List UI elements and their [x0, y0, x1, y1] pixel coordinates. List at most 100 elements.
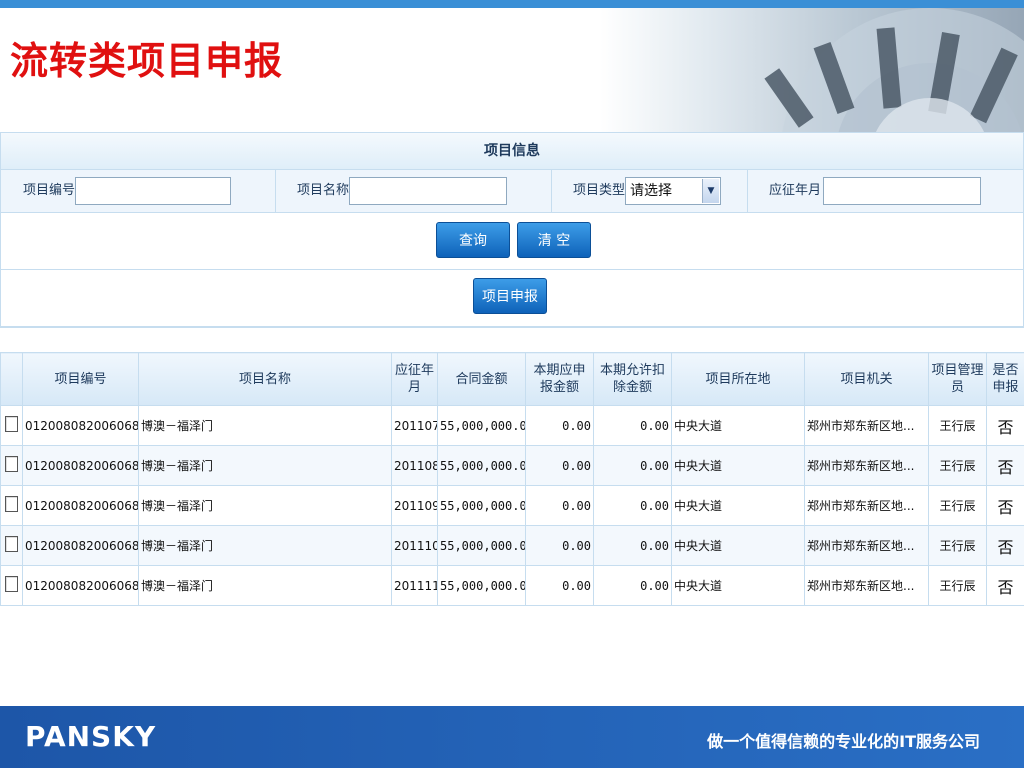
row-checkbox[interactable] [5, 576, 18, 592]
cell-deduct-amount: 0.00 [593, 445, 672, 486]
tax-month-input[interactable] [823, 177, 981, 205]
query-button[interactable]: 查询 [436, 222, 510, 258]
cell-project-no: 012008082006068 [22, 405, 139, 446]
table-row[interactable]: 012008082006068 博澳－福泽门 201109 55,000,000… [0, 485, 1024, 526]
cell-authority: 郑州市郑东新区地... [804, 565, 929, 606]
cell-authority: 郑州市郑东新区地... [804, 405, 929, 446]
cell-project-no: 012008082006068 [22, 445, 139, 486]
gear-icon [764, 8, 1024, 132]
project-no-input[interactable] [75, 177, 231, 205]
cell-location: 中央大道 [671, 405, 805, 446]
declare-project-button[interactable]: 项目申报 [473, 278, 547, 314]
cell-deduct-amount: 0.00 [593, 485, 672, 526]
table-row[interactable]: 012008082006068 博澳－福泽门 201108 55,000,000… [0, 445, 1024, 486]
cell-manager: 王行辰 [928, 405, 987, 446]
project-name-label: 项目名称 [297, 183, 350, 198]
cell-declare-amount: 0.00 [525, 485, 594, 526]
cell-contract-amount: 55,000,000.00 [437, 525, 526, 566]
cell-project-name: 博澳－福泽门 [138, 485, 392, 526]
cell-declare-amount: 0.00 [525, 445, 594, 486]
column-header: 合同金额 [437, 352, 526, 406]
cell-project-name: 博澳－福泽门 [138, 405, 392, 446]
tax-month-label: 应征年月 [769, 183, 822, 198]
project-no-label: 项目编号 [23, 183, 76, 198]
project-info-form: 项目信息 项目编号 项目名称 项目类型 请选择 ▼ 应征年月 查询 清 空 项目… [0, 132, 1024, 328]
row-checkbox-cell [0, 525, 23, 566]
company-slogan: 做一个值得信赖的专业化的IT服务公司 [707, 732, 980, 751]
cell-manager: 王行辰 [928, 525, 987, 566]
row-checkbox-cell [0, 565, 23, 606]
cell-manager: 王行辰 [928, 445, 987, 486]
declare-button-row: 项目申报 [1, 270, 1023, 327]
project-type-selected-value: 请选择 [630, 183, 672, 199]
column-header: 项目所在地 [671, 352, 805, 406]
cell-divider [747, 170, 748, 212]
search-fields-row: 项目编号 项目名称 项目类型 请选择 ▼ 应征年月 [1, 170, 1023, 213]
table-row[interactable]: 012008082006068 博澳－福泽门 201110 55,000,000… [0, 525, 1024, 566]
cell-deduct-amount: 0.00 [593, 525, 672, 566]
page-footer: PANSKY 做一个值得信赖的专业化的IT服务公司 [0, 706, 1024, 768]
cell-declare-amount: 0.00 [525, 405, 594, 446]
cell-tax-month: 201108 [391, 445, 438, 486]
clear-button[interactable]: 清 空 [517, 222, 591, 258]
table-row[interactable]: 012008082006068 博澳－福泽门 201111 55,000,000… [0, 565, 1024, 606]
query-buttons-row: 查询 清 空 [1, 213, 1023, 270]
cell-authority: 郑州市郑东新区地... [804, 445, 929, 486]
top-accent-bar [0, 0, 1024, 8]
cell-tax-month: 201109 [391, 485, 438, 526]
project-table: 项目编号 项目名称 应征年月 合同金额 本期应申报金额 本期允许扣除金额 项目所… [0, 352, 1024, 606]
project-table-wrapper: 项目编号 项目名称 应征年月 合同金额 本期应申报金额 本期允许扣除金额 项目所… [0, 352, 1024, 606]
chevron-down-icon[interactable]: ▼ [702, 179, 719, 203]
cell-contract-amount: 55,000,000.00 [437, 445, 526, 486]
column-header: 项目编号 [22, 352, 139, 406]
cell-divider [551, 170, 552, 212]
page-title: 流转类项目申报 [10, 39, 284, 83]
cell-manager: 王行辰 [928, 565, 987, 606]
cell-manager: 王行辰 [928, 485, 987, 526]
row-checkbox[interactable] [5, 456, 18, 472]
cell-declare-amount: 0.00 [525, 565, 594, 606]
cell-location: 中央大道 [671, 525, 805, 566]
column-header: 本期应申报金额 [525, 352, 594, 406]
cell-project-name: 博澳－福泽门 [138, 525, 392, 566]
row-checkbox[interactable] [5, 536, 18, 552]
cell-deduct-amount: 0.00 [593, 405, 672, 446]
cell-project-no: 012008082006068 [22, 565, 139, 606]
column-header: 应征年月 [391, 352, 438, 406]
table-header-row: 项目编号 项目名称 应征年月 合同金额 本期应申报金额 本期允许扣除金额 项目所… [0, 352, 1024, 406]
project-type-select[interactable]: 请选择 ▼ [625, 177, 721, 205]
row-checkbox[interactable] [5, 416, 18, 432]
cell-declared: 否 [986, 565, 1024, 606]
cell-location: 中央大道 [671, 445, 805, 486]
cell-declared: 否 [986, 405, 1024, 446]
cell-authority: 郑州市郑东新区地... [804, 485, 929, 526]
cell-project-no: 012008082006068 [22, 485, 139, 526]
project-name-input[interactable] [349, 177, 507, 205]
cell-declare-amount: 0.00 [525, 525, 594, 566]
cell-tax-month: 201110 [391, 525, 438, 566]
cell-divider [275, 170, 276, 212]
cell-contract-amount: 55,000,000.00 [437, 405, 526, 446]
row-checkbox-cell [0, 445, 23, 486]
cell-authority: 郑州市郑东新区地... [804, 525, 929, 566]
form-section-title: 项目信息 [1, 133, 1023, 170]
row-checkbox[interactable] [5, 496, 18, 512]
row-checkbox-cell [0, 485, 23, 526]
cell-declared: 否 [986, 445, 1024, 486]
cell-contract-amount: 55,000,000.00 [437, 565, 526, 606]
cell-tax-month: 201107 [391, 405, 438, 446]
cell-location: 中央大道 [671, 565, 805, 606]
cell-tax-month: 201111 [391, 565, 438, 606]
column-header: 项目机关 [804, 352, 929, 406]
cell-declared: 否 [986, 525, 1024, 566]
column-header: 项目管理员 [928, 352, 987, 406]
column-header: 项目名称 [138, 352, 392, 406]
table-row[interactable]: 012008082006068 博澳－福泽门 201107 55,000,000… [0, 405, 1024, 446]
cell-location: 中央大道 [671, 485, 805, 526]
cell-project-name: 博澳－福泽门 [138, 565, 392, 606]
row-checkbox-cell [0, 405, 23, 446]
cell-contract-amount: 55,000,000.00 [437, 485, 526, 526]
cell-declared: 否 [986, 485, 1024, 526]
cell-project-name: 博澳－福泽门 [138, 445, 392, 486]
cell-project-no: 012008082006068 [22, 525, 139, 566]
